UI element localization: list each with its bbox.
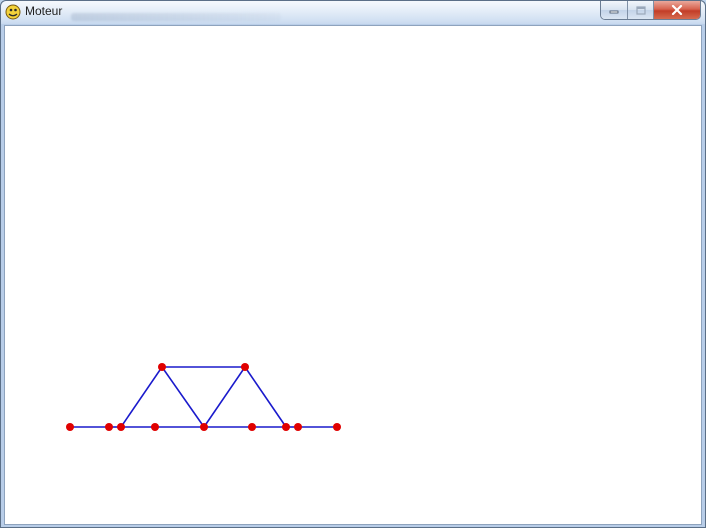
truss-node[interactable] [294, 423, 302, 431]
truss-node[interactable] [117, 423, 125, 431]
truss-drawing[interactable] [5, 26, 703, 526]
truss-node[interactable] [66, 423, 74, 431]
close-button[interactable] [654, 1, 700, 19]
truss-node[interactable] [333, 423, 341, 431]
title-bar[interactable]: Moteur [1, 1, 705, 24]
close-icon [671, 5, 683, 15]
truss-node[interactable] [200, 423, 208, 431]
truss-node[interactable] [248, 423, 256, 431]
python-snake-icon [5, 4, 21, 20]
maximize-icon [635, 5, 646, 15]
truss-bar [203, 366, 246, 428]
truss-bar [161, 366, 205, 428]
truss-bar [120, 366, 163, 428]
truss-node[interactable] [158, 363, 166, 371]
truss-node[interactable] [282, 423, 290, 431]
truss-bar [244, 366, 287, 428]
window-title: Moteur [25, 4, 63, 18]
maximize-button[interactable] [628, 1, 654, 19]
drawing-canvas-area[interactable] [4, 25, 702, 525]
truss-node[interactable] [105, 423, 113, 431]
minimize-icon [609, 10, 619, 14]
app-window: Moteur [0, 0, 706, 528]
caption-buttons [600, 1, 701, 20]
minimize-button[interactable] [601, 1, 628, 19]
truss-node[interactable] [241, 363, 249, 371]
truss-node[interactable] [151, 423, 159, 431]
